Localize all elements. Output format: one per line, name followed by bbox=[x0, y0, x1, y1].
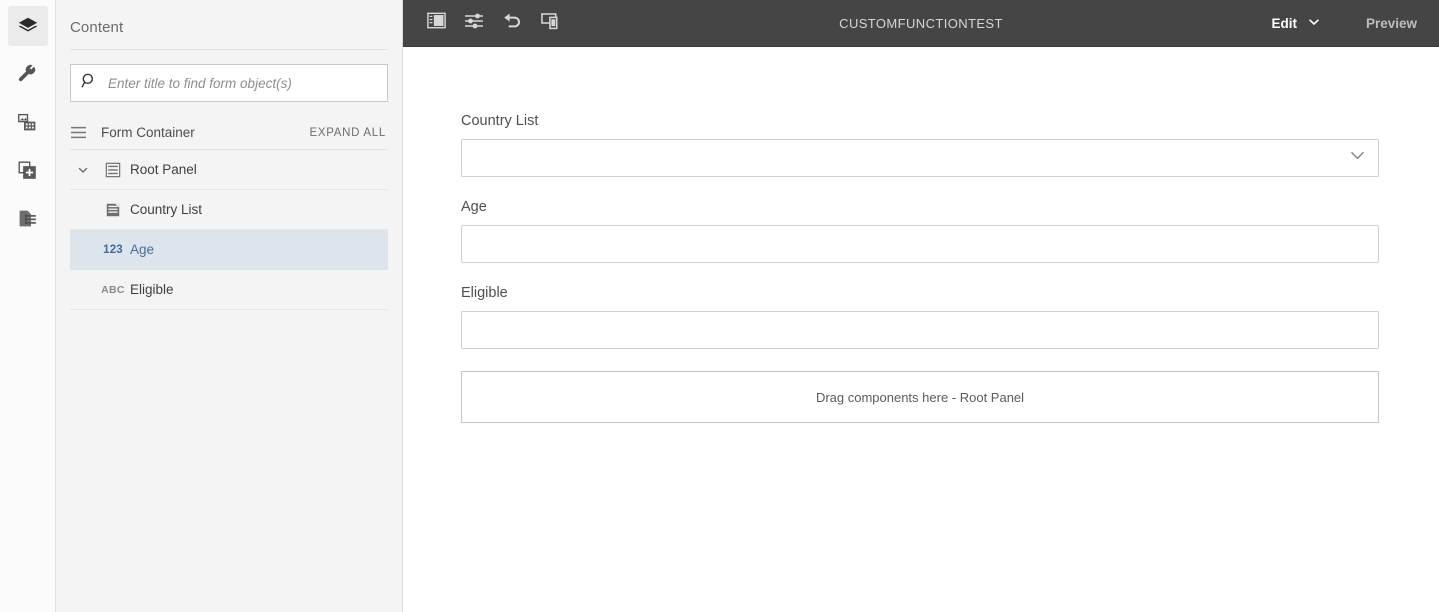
undo-button[interactable] bbox=[493, 4, 531, 42]
rail-item-components[interactable] bbox=[8, 150, 48, 190]
chevron-down-icon[interactable] bbox=[70, 164, 96, 176]
age-input[interactable] bbox=[461, 225, 1379, 263]
edit-mode-dropdown[interactable]: Edit bbox=[1263, 10, 1328, 37]
panel-icon bbox=[96, 162, 130, 178]
wrench-icon bbox=[17, 64, 38, 85]
edit-mode-label: Edit bbox=[1271, 15, 1297, 31]
toggle-sidebar-button[interactable] bbox=[417, 4, 455, 42]
rail-item-properties[interactable] bbox=[8, 54, 48, 94]
tree-row-label: Eligible bbox=[130, 282, 174, 297]
tree-row-label: Country List bbox=[130, 202, 203, 217]
form-editor-app: Content Form Conta bbox=[0, 0, 1439, 612]
field-label: Eligible bbox=[461, 285, 508, 301]
tree-row-label: Age bbox=[130, 242, 155, 257]
rail-item-content-tree[interactable] bbox=[8, 198, 48, 238]
editor-topbar: CUSTOMFUNCTIONTEST Edit Preview bbox=[403, 0, 1439, 47]
field-label: Age bbox=[461, 199, 487, 215]
field-group-eligible: Eligible bbox=[461, 285, 1379, 349]
assets-icon bbox=[17, 112, 38, 133]
settings-button[interactable] bbox=[455, 4, 493, 42]
country-list-select[interactable] bbox=[461, 139, 1379, 177]
field-group-country-list: Country List bbox=[461, 113, 1379, 177]
search-wrapper bbox=[56, 50, 402, 102]
sliders-icon bbox=[464, 12, 484, 35]
tree-row-label: Root Panel bbox=[130, 162, 197, 177]
search-icon bbox=[81, 72, 98, 94]
text-badge-icon: ABC bbox=[96, 284, 130, 296]
form-object-tree: Root Panel Country List 123 Age ABC Elig… bbox=[70, 150, 388, 310]
tree-row-age[interactable]: 123 Age bbox=[70, 230, 388, 270]
number-badge-label: 123 bbox=[103, 243, 123, 256]
main-editor: CUSTOMFUNCTIONTEST Edit Preview Country … bbox=[403, 0, 1439, 612]
rail-item-content[interactable] bbox=[7, 6, 48, 46]
content-panel: Content Form Conta bbox=[56, 0, 403, 612]
chevron-down-icon bbox=[1308, 16, 1320, 31]
panel-title: Content bbox=[70, 19, 124, 36]
preview-button[interactable]: Preview bbox=[1362, 10, 1421, 37]
text-badge-label: ABC bbox=[101, 283, 125, 296]
form-canvas: Country List Age Eligible Drag component… bbox=[403, 47, 1439, 612]
layers-icon bbox=[17, 15, 39, 37]
root-panel-dropzone[interactable]: Drag components here - Root Panel bbox=[461, 371, 1379, 423]
search-box[interactable] bbox=[70, 64, 388, 102]
dropdown-list-icon bbox=[96, 202, 130, 218]
number-badge-icon: 123 bbox=[96, 244, 130, 256]
left-icon-rail bbox=[0, 0, 56, 612]
field-group-age: Age bbox=[461, 199, 1379, 263]
topbar-right-group: Edit Preview bbox=[1263, 10, 1439, 37]
tree-header: Form Container EXPAND ALL bbox=[70, 116, 388, 150]
undo-icon bbox=[502, 12, 522, 35]
tree-row-root-panel[interactable]: Root Panel bbox=[70, 150, 388, 190]
tree-row-country-list[interactable]: Country List bbox=[70, 190, 388, 230]
search-input[interactable] bbox=[108, 75, 377, 91]
expand-all-button[interactable]: EXPAND ALL bbox=[310, 127, 388, 139]
tree-row-eligible[interactable]: ABC Eligible bbox=[70, 270, 388, 310]
tree-header-label: Form Container bbox=[101, 125, 195, 140]
field-label: Country List bbox=[461, 113, 539, 129]
device-preview-icon bbox=[540, 12, 560, 35]
chevron-down-icon bbox=[1349, 149, 1366, 167]
content-tree-icon bbox=[17, 208, 38, 229]
add-component-icon bbox=[17, 160, 38, 181]
topbar-left-group bbox=[403, 4, 569, 42]
device-preview-button[interactable] bbox=[531, 4, 569, 42]
list-icon[interactable] bbox=[70, 125, 98, 140]
rail-item-assets[interactable] bbox=[8, 102, 48, 142]
eligible-input[interactable] bbox=[461, 311, 1379, 349]
toggle-sidebar-icon bbox=[426, 12, 446, 34]
